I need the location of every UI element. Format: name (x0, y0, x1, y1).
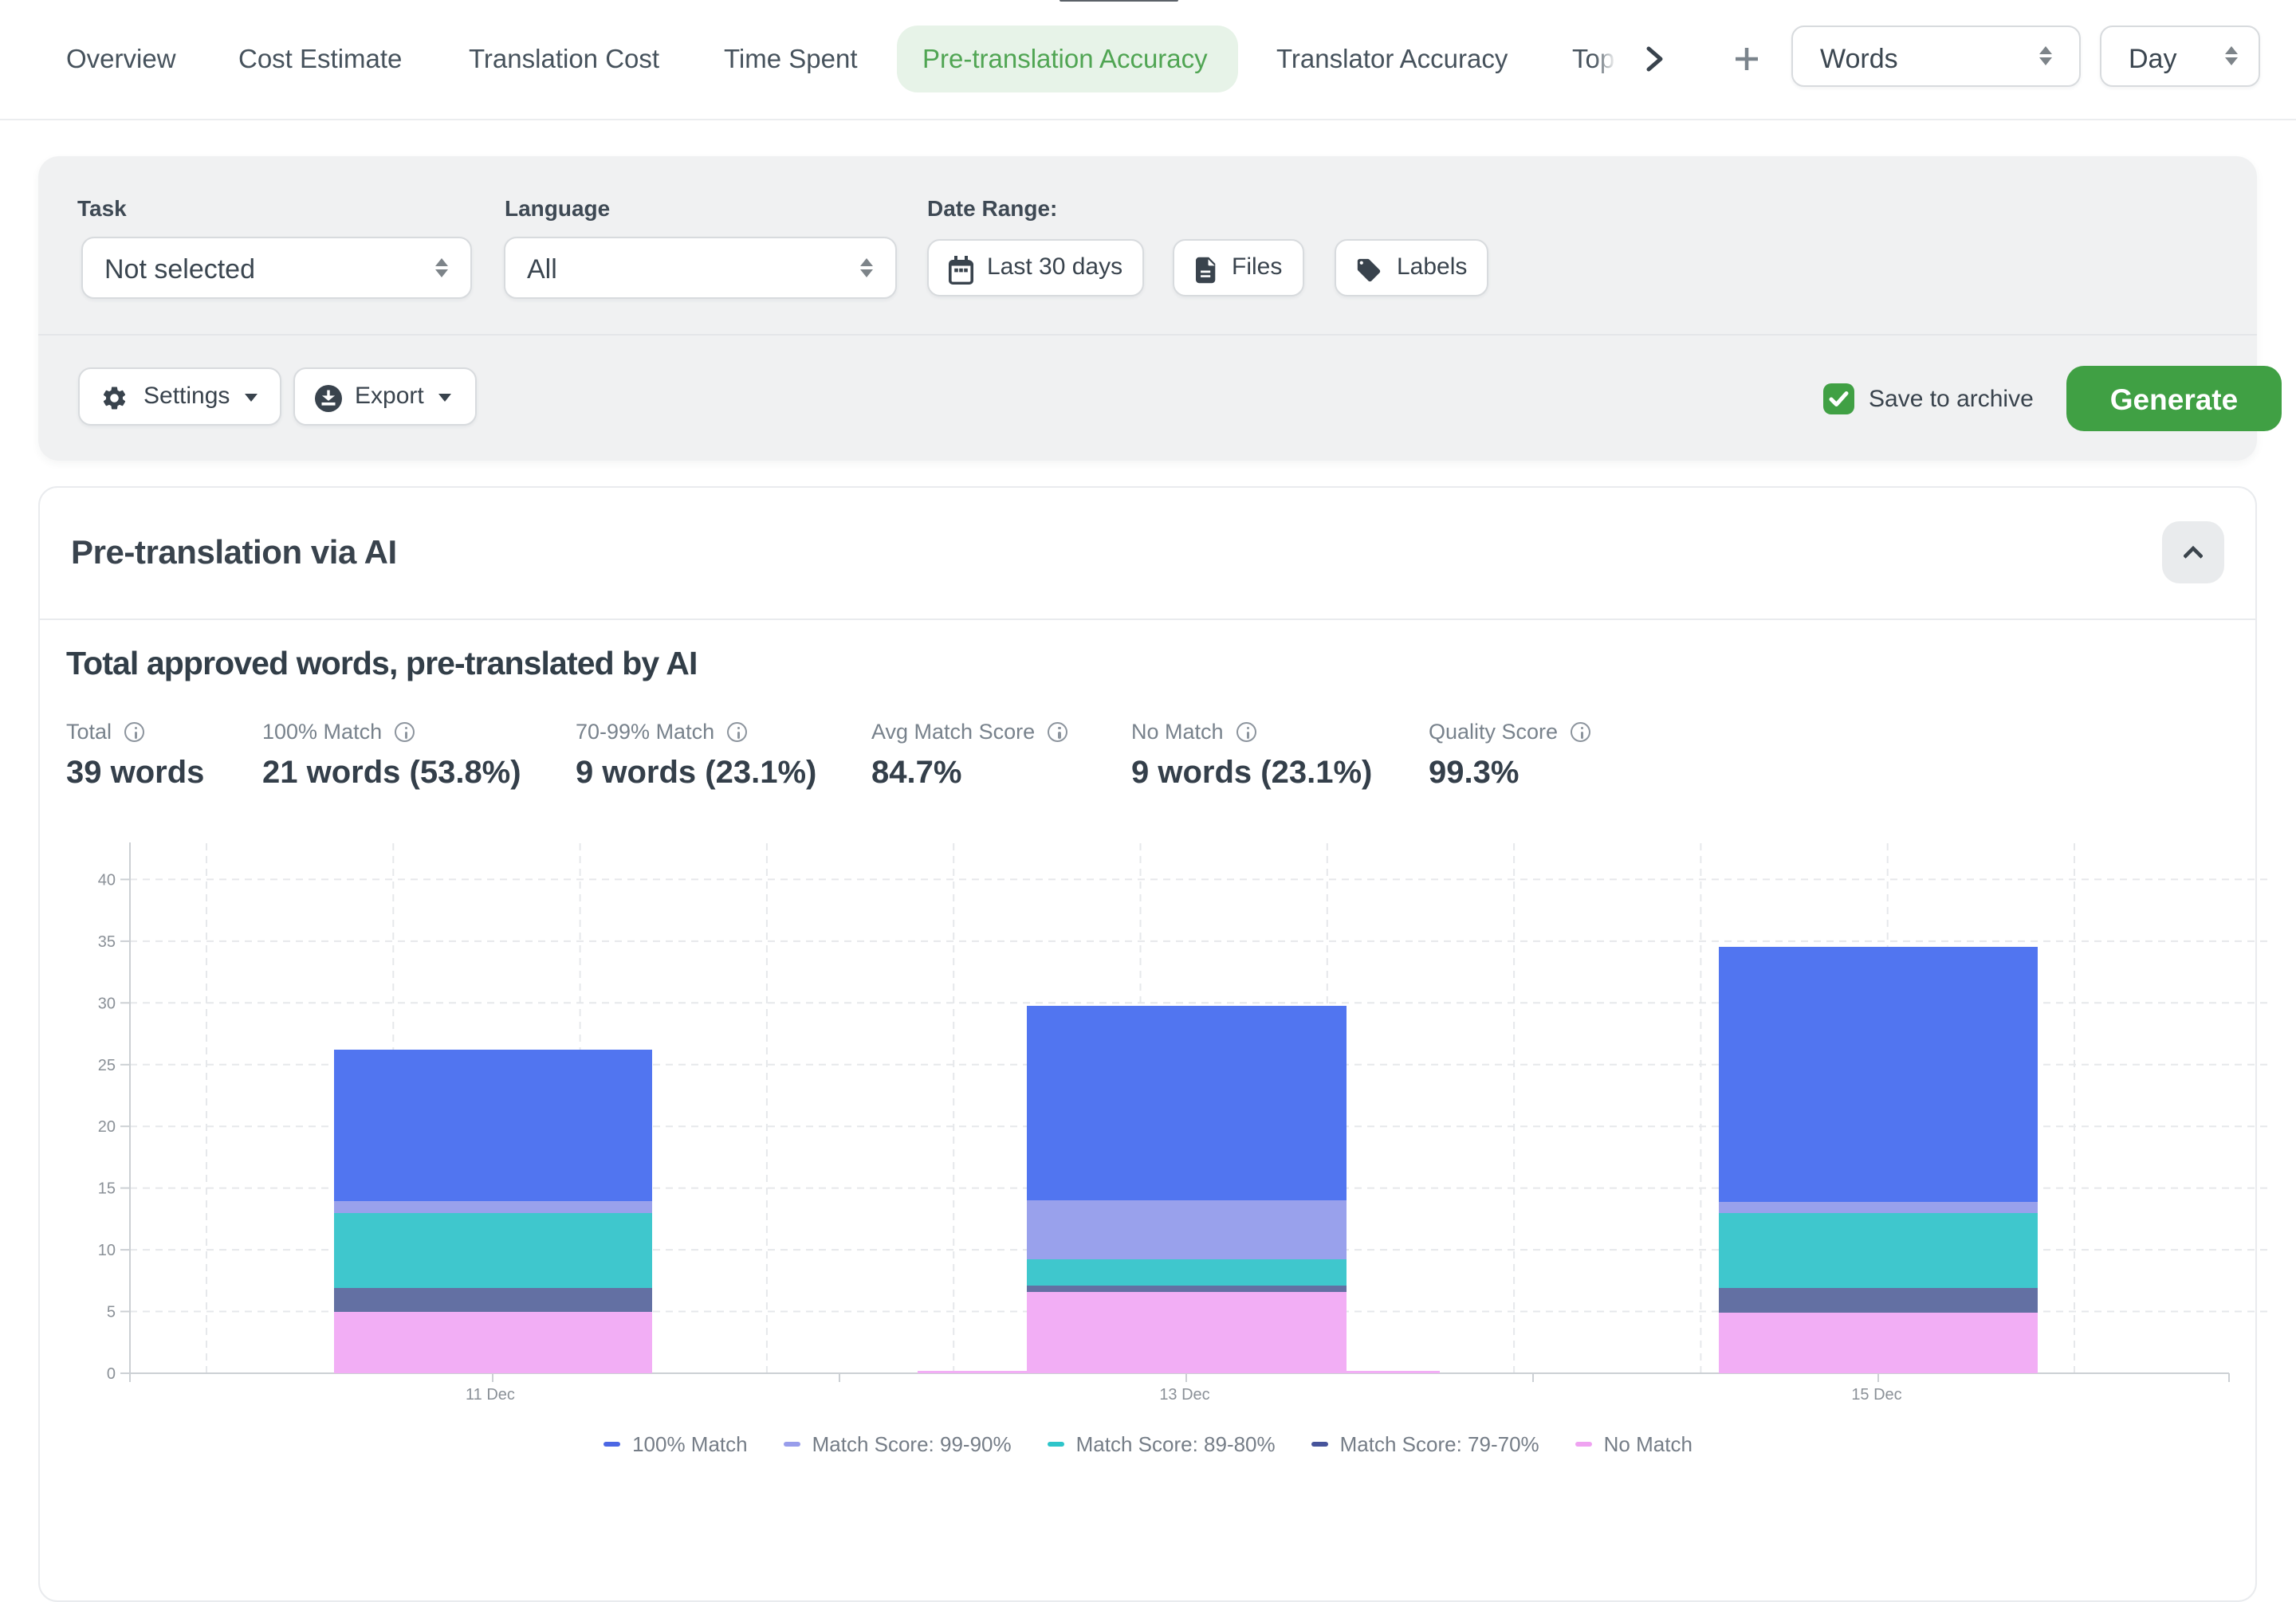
svg-text:20: 20 (98, 1118, 116, 1136)
svg-text:25: 25 (98, 1057, 116, 1074)
svg-text:13 Dec: 13 Dec (1159, 1386, 1209, 1404)
svg-text:35: 35 (98, 933, 116, 951)
svg-text:10: 10 (98, 1242, 116, 1259)
svg-text:15: 15 (98, 1180, 116, 1198)
svg-text:40: 40 (98, 871, 116, 889)
svg-text:15 Dec: 15 Dec (1851, 1386, 1901, 1404)
svg-text:30: 30 (98, 995, 116, 1012)
svg-text:5: 5 (107, 1304, 116, 1321)
svg-text:0: 0 (107, 1365, 116, 1383)
svg-text:11 Dec: 11 Dec (466, 1386, 515, 1404)
